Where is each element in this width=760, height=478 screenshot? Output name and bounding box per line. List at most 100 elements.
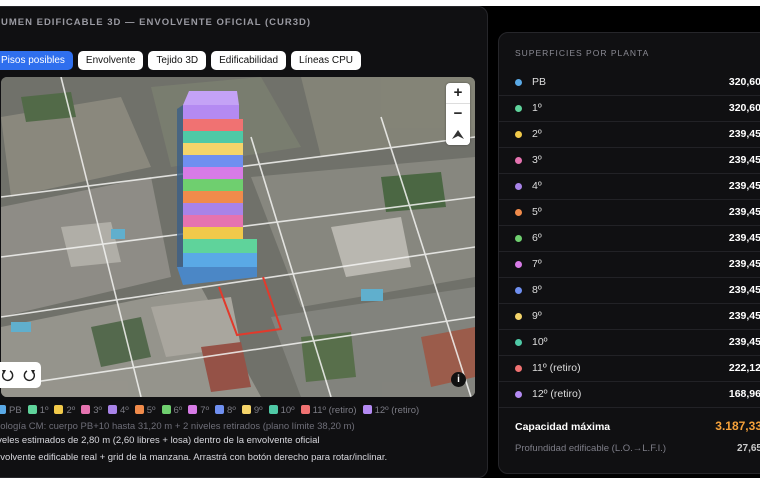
floor-area-value: 239,45 [728,206,760,218]
zoom-out-button[interactable]: − [446,103,470,124]
legend-label: PB [9,405,22,416]
tab-envolvente[interactable]: Envolvente [77,51,144,70]
typology-note: pología CM: cuerpo PB+10 hasta 31,20 m +… [0,421,355,432]
legend-swatch [241,405,251,414]
legend-label: 6º [173,405,183,416]
floor-label: 12º (retiro) [532,388,582,400]
floor-area-value: 222,12 [728,362,760,374]
tab-edificabilidad[interactable]: Edificabilidad [211,51,287,70]
legend-swatch [54,405,64,414]
legend-item: PB [0,405,22,416]
floor-label: 3º [532,154,542,166]
surface-row: 3º 239,45 [499,147,760,174]
floor-color-dot [515,390,522,398]
floor-color-dot [515,78,522,86]
legend-item: 1º [27,405,49,416]
legend-label: 1º [39,405,49,416]
compass-icon [452,130,464,139]
floor-color-dot [515,104,522,112]
surface-row: 4º 239,45 [499,173,760,200]
surface-row: PB 320,60 [499,69,760,96]
tab-lineas-cpu[interactable]: Líneas CPU [291,51,361,70]
capacity-value: 3.187,33 [715,419,760,433]
legend-item: 4º [107,405,129,416]
legend-swatch [134,405,144,414]
surfaces-panel: SUPERFICIES POR PLANTA PB 320,60 1º 320,60 2… [498,32,760,474]
floor-label: 2º [532,128,542,140]
compass-button[interactable] [446,125,470,145]
tab-tejido-3d[interactable]: Tejido 3D [148,51,207,70]
map-3d-viewport[interactable] [1,77,475,397]
floor-color-dot [515,130,522,138]
depth-label: Profundidad edificable (L.O.→L.F.I.) [515,443,667,454]
rotate-right-icon[interactable] [23,368,37,382]
legend-label: 2º [66,405,76,416]
legend-item: 2º [54,405,75,416]
surface-row: 9º 239,45 [499,303,760,330]
legend-item: 8º [215,405,236,416]
surface-row: 10º 239,45 [499,329,760,356]
floor-area-value: 239,45 [728,336,760,348]
floor-area-value: 239,45 [728,310,760,322]
floor-area-value: 239,45 [728,284,760,296]
floor-label: 9º [532,310,542,322]
floor-color-dot [515,312,522,320]
floor-label: 6º [532,232,542,244]
surface-row: 8º 239,45 [499,277,760,304]
floor-color-dot [515,286,522,294]
floor-area-value: 168,96 [728,388,760,400]
zoom-in-button[interactable]: + [446,83,470,103]
floor-label: 8º [532,284,542,296]
floor-area-value: 239,45 [728,128,760,140]
legend-item: 7º [188,405,209,416]
floor-label: 4º [532,180,542,192]
floor-color-dot [515,156,522,164]
floor-color-dot [515,338,522,346]
legend-item: 5º [134,405,156,416]
floor-label: 5º [532,206,542,218]
panel-title: UMEN EDIFICABLE 3D — ENVOLVENTE OFICIAL … [1,17,312,28]
surfaces-title: SUPERFICIES POR PLANTA [515,48,650,58]
legend-swatch [268,405,278,414]
floor-legend: PB 1º 2º 3º 4º 5º 6º 7º 8º 9º 10º 11º (retiro) 12º (… [0,405,419,416]
floor-label: 11º (retiro) [532,362,581,374]
legend-label: 3º [93,405,102,416]
floor-area-value: 239,45 [728,154,760,166]
legend-label: 7º [200,405,210,416]
legend-item: 9º [241,405,263,416]
capacity-label: Capacidad máxima [515,421,611,433]
legend-swatch [161,405,171,414]
floor-area-value: 239,45 [728,232,760,244]
floor-color-dot [515,364,522,372]
legend-label: 12º (retiro) [374,405,420,416]
surface-row: 12º (retiro) 168,96 [499,381,760,408]
legend-swatch [107,405,117,414]
envelope-note: nvolvente edificable real + grid de la m… [0,452,388,463]
floor-color-dot [515,234,522,242]
tab-pisos-posibles[interactable]: Pisos posibles [0,51,73,70]
legend-item: 3º [81,405,102,416]
aerial-city-view [1,77,475,397]
legend-swatch [27,405,37,414]
surface-row: 7º 239,45 [499,251,760,278]
legend-swatch [215,405,225,414]
legend-item: 11º (retiro) [300,405,357,416]
view-tabs: Pisos posibles Envolvente Tejido 3D Edif… [0,51,361,70]
legend-item: 12º (retiro) [362,405,420,416]
surface-row: 5º 239,45 [499,199,760,226]
legend-swatch [300,405,310,414]
floor-label: 10º [532,336,548,348]
floor-area-value: 320,60 [728,76,760,88]
floor-label: 1º [532,102,542,114]
legend-label: 11º (retiro) [312,405,357,416]
rotate-left-icon[interactable] [0,368,14,382]
legend-swatch [188,405,198,414]
levels-note: iveles estimados de 2,80 m (2,60 libres … [0,435,320,446]
legend-label: 4º [119,405,129,416]
surface-row: 2º 239,45 [499,121,760,148]
surface-row: 11º (retiro) 222,12 [499,355,760,382]
info-button[interactable]: i [451,372,466,387]
legend-label: 8º [227,405,236,416]
legend-label: 5º [146,405,156,416]
legend-swatch [0,405,6,414]
